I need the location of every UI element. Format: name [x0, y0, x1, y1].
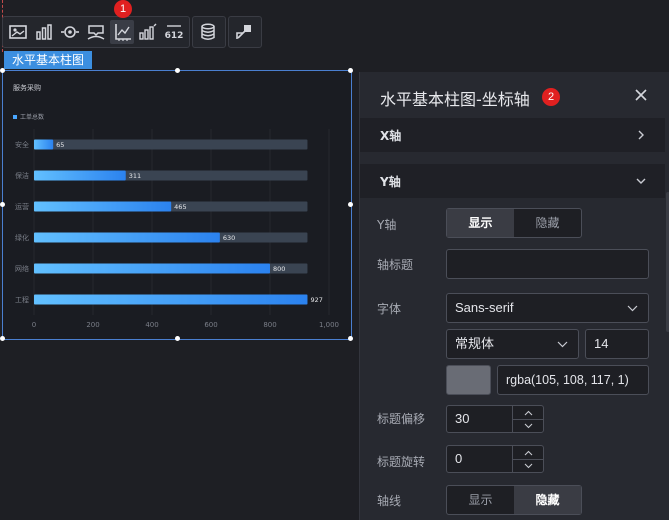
- title-rotate-label: 标题旋转: [377, 455, 426, 469]
- category-label: 安全: [15, 140, 29, 149]
- title-rotate-decrement[interactable]: [513, 459, 543, 472]
- toolbar-group-data: [192, 16, 226, 48]
- y-axis-show-option[interactable]: 显示: [447, 209, 514, 237]
- step-badge-2: 2: [542, 88, 560, 106]
- title-offset-decrement[interactable]: [513, 419, 543, 432]
- title-rotate-increment[interactable]: [513, 446, 543, 460]
- settings-panel: 水平基本柱图-坐标轴 2 X轴 Y轴 Y轴 显示 隐藏 轴标题 字体 Sans-…: [359, 72, 669, 520]
- resize-handle-b[interactable]: [175, 336, 180, 341]
- x-tick-label: 600: [204, 321, 217, 329]
- chevron-down-icon: [627, 305, 638, 312]
- section-y-axis[interactable]: Y轴: [360, 164, 665, 198]
- font-color-input[interactable]: rgba(105, 108, 117, 1): [497, 365, 649, 395]
- resize-handle-l[interactable]: [0, 202, 5, 207]
- axis-line-toggle: 显示 隐藏: [446, 485, 582, 515]
- chevron-up-icon: [524, 410, 532, 415]
- x-tick-label: 1,000: [319, 321, 339, 329]
- bar-chart-icon[interactable]: [32, 20, 56, 44]
- chevron-up-icon: [524, 450, 532, 455]
- title-rotate-buttons: [512, 446, 543, 472]
- font-label: 字体: [377, 302, 402, 316]
- bar: [34, 201, 172, 212]
- font-color-swatch[interactable]: [446, 365, 491, 395]
- bar-value-label: 465: [174, 203, 186, 211]
- component-tag[interactable]: 水平基本柱图: [4, 51, 93, 69]
- data-label-icon[interactable]: 612: [162, 20, 186, 44]
- font-family-value: Sans-serif: [455, 300, 514, 315]
- bar-value-label: 800: [273, 265, 285, 273]
- bar: [34, 139, 54, 150]
- resize-handle-tr[interactable]: [348, 68, 353, 73]
- axis-line-show-option[interactable]: 显示: [447, 486, 514, 514]
- eye-icon[interactable]: [58, 20, 82, 44]
- axis-title-label: 轴标题: [377, 258, 414, 272]
- resize-handle-t[interactable]: [175, 68, 180, 73]
- category-label: 绿化: [15, 233, 29, 242]
- data-label-text: 612: [165, 31, 184, 41]
- toolbar-group-config: 612: [2, 16, 190, 48]
- step-badge-1: 1: [114, 0, 132, 18]
- bar: [34, 294, 308, 305]
- resize-handle-bl[interactable]: [0, 336, 5, 341]
- y-axis-visibility-toggle: 显示 隐藏: [446, 208, 582, 238]
- tooltip-icon[interactable]: [84, 20, 108, 44]
- title-offset-increment[interactable]: [513, 406, 543, 420]
- category-label: 网络: [15, 264, 29, 273]
- toolbar-group-interaction: [228, 16, 262, 48]
- font-family-select[interactable]: Sans-serif: [446, 293, 649, 323]
- title-offset-buttons: [512, 406, 543, 432]
- axis-icon[interactable]: [110, 20, 134, 44]
- bar-value-label: 65: [56, 141, 64, 149]
- chevron-right-icon: [638, 130, 644, 140]
- font-weight-select[interactable]: 常规体: [446, 329, 579, 359]
- bar-track: [34, 139, 308, 150]
- bar-chart: 0 200 400 600 800 1,000 927 工程 800 网络 630 绿化 465 运营 31…: [15, 129, 339, 329]
- chevron-down-icon: [524, 423, 532, 428]
- resize-handle-br[interactable]: [348, 336, 353, 341]
- axis-title-input[interactable]: [446, 249, 649, 279]
- x-tick-label: 200: [86, 321, 99, 329]
- section-x-axis[interactable]: X轴: [360, 118, 665, 152]
- panel-title: 水平基本柱图-坐标轴: [380, 90, 530, 109]
- title-rotate-value: 0: [455, 451, 463, 466]
- chevron-down-icon: [557, 341, 568, 348]
- bar: [34, 263, 270, 274]
- interaction-icon[interactable]: [232, 20, 256, 44]
- title-offset-label: 标题偏移: [377, 412, 426, 426]
- chevron-down-icon: [524, 463, 532, 468]
- font-weight-value: 常规体: [455, 336, 495, 351]
- category-label: 保洁: [15, 171, 29, 180]
- axis-line-hide-option[interactable]: 隐藏: [514, 486, 581, 514]
- font-size-input[interactable]: 14: [585, 329, 649, 359]
- x-tick-label: 400: [145, 321, 158, 329]
- chart-widget[interactable]: 服务采购 工单总数 0 200 400 600 800 1,000 927 工程 800 网络 63…: [0, 68, 353, 341]
- axis-line-label: 轴线: [377, 494, 402, 508]
- category-label: 运营: [15, 202, 29, 211]
- y-axis-label: Y轴: [377, 218, 397, 232]
- bar-value-label: 311: [129, 172, 141, 180]
- resize-handle-r[interactable]: [348, 202, 353, 207]
- x-tick-label: 0: [32, 321, 36, 329]
- bar-value-label: 927: [310, 296, 322, 304]
- database-icon[interactable]: [196, 20, 220, 44]
- resize-handle-tl[interactable]: [0, 68, 5, 73]
- x-tick-label: 800: [263, 321, 276, 329]
- title-offset-value: 30: [455, 411, 470, 426]
- category-label: 工程: [15, 295, 29, 304]
- section-y-axis-label: Y轴: [380, 175, 401, 189]
- bar: [34, 232, 220, 243]
- y-axis-hide-option[interactable]: 隐藏: [514, 209, 581, 237]
- close-icon[interactable]: [632, 86, 650, 104]
- title-rotate-stepper[interactable]: 0: [446, 445, 544, 473]
- image-icon[interactable]: [6, 20, 30, 44]
- title-offset-stepper[interactable]: 30: [446, 405, 544, 433]
- series-icon[interactable]: [136, 20, 160, 44]
- bar: [34, 170, 126, 181]
- bar-value-label: 630: [223, 234, 235, 242]
- section-x-axis-label: X轴: [380, 129, 402, 143]
- chevron-down-icon: [636, 178, 646, 184]
